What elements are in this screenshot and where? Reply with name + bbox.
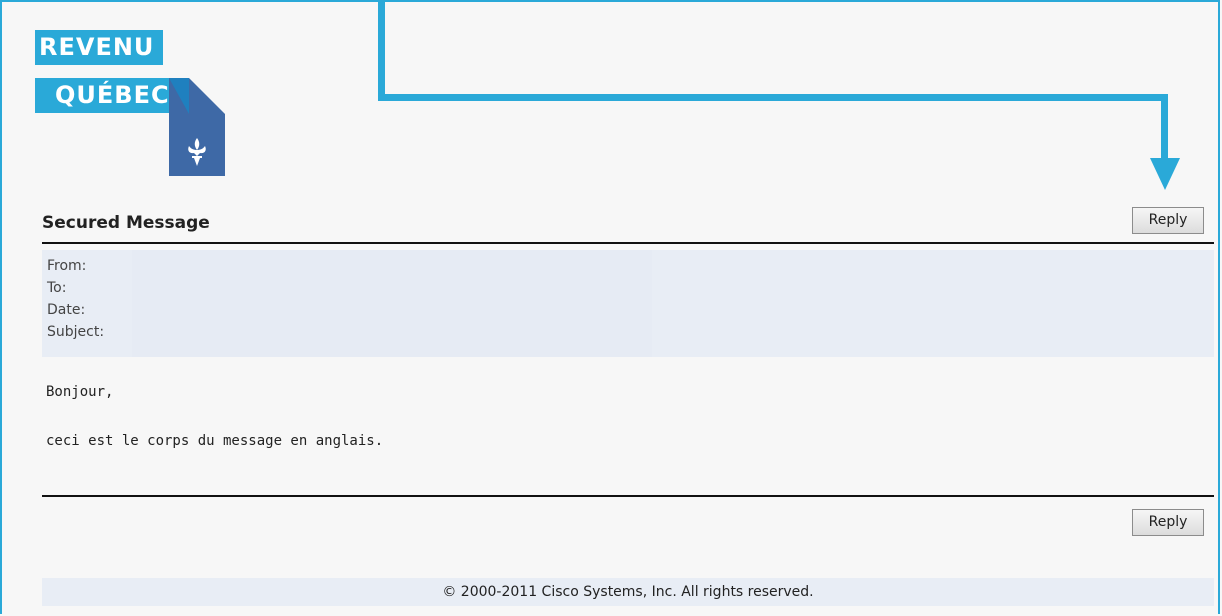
reply-button-top[interactable]: Reply xyxy=(1132,207,1204,234)
fleur-de-lis-icon xyxy=(169,78,225,176)
annotation-arrow-down xyxy=(1161,94,1168,164)
message-header-panel: From: To: Date: Subject: xyxy=(42,250,1214,357)
divider-bottom xyxy=(42,495,1214,497)
annotation-arrowhead xyxy=(1150,158,1180,190)
date-label: Date: xyxy=(47,302,86,318)
reply-button-bottom[interactable]: Reply xyxy=(1132,509,1204,536)
message-body-text: ceci est le corps du message en anglais. xyxy=(46,433,384,449)
annotation-arrow-horizontal xyxy=(378,94,1168,101)
annotation-arrow-vertical xyxy=(378,0,385,101)
message-body-greeting: Bonjour, xyxy=(46,384,114,400)
subject-label: Subject: xyxy=(47,324,105,340)
header-labels: From: To: Date: Subject: xyxy=(47,255,104,343)
to-label: To: xyxy=(47,280,67,296)
from-label: From: xyxy=(47,258,87,274)
page-title: Secured Message xyxy=(42,213,210,233)
copyright-footer: © 2000-2011 Cisco Systems, Inc. All righ… xyxy=(42,578,1214,606)
logo-text-line1: REVENU xyxy=(35,30,163,65)
revenu-quebec-logo: REVENU QUÉBEC xyxy=(35,30,225,176)
logo-text-line2: QUÉBEC xyxy=(35,78,187,113)
divider-top xyxy=(42,242,1214,244)
header-values-area xyxy=(132,250,652,357)
